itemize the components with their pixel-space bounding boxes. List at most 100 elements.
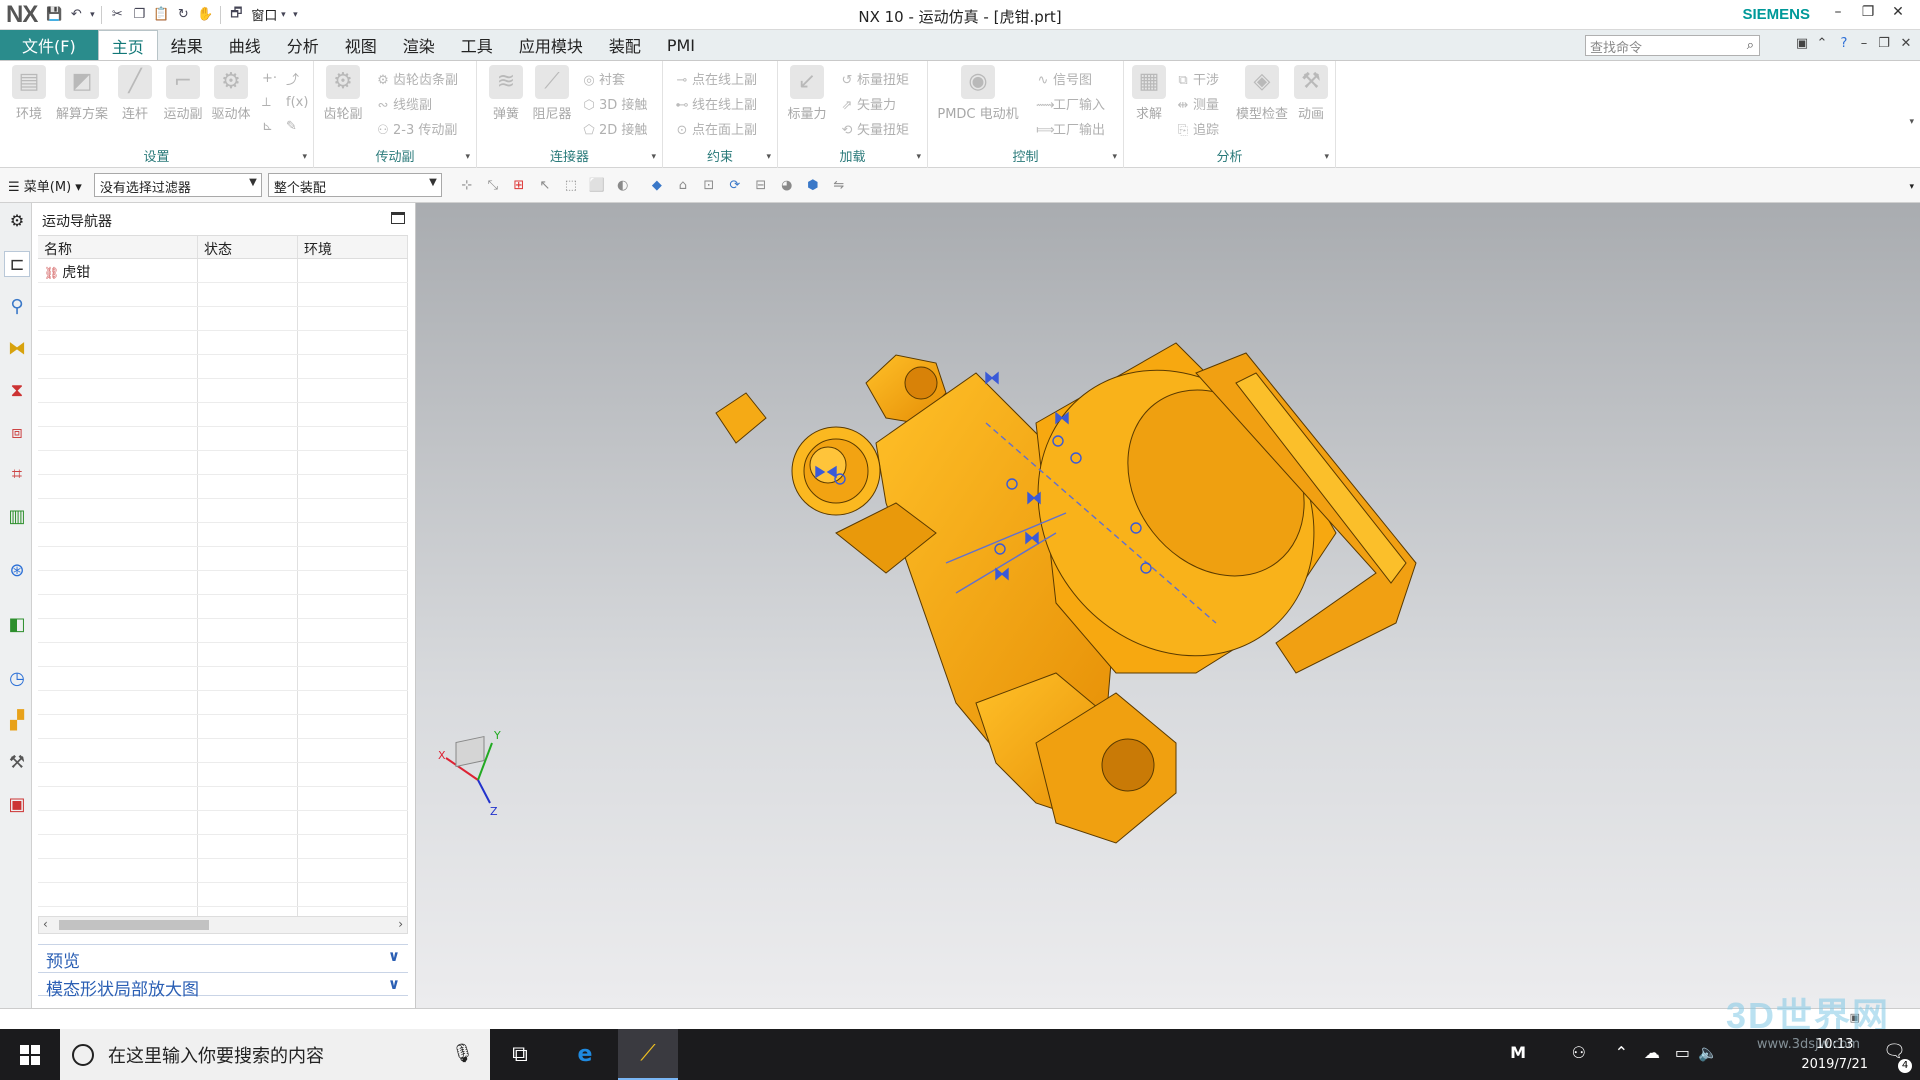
undo-dropdown-icon[interactable]: ▾ [87, 4, 97, 26]
view-triad-icon[interactable]: ⬢ [802, 174, 824, 196]
tab-render[interactable]: 渲染 [390, 30, 448, 60]
tab-tools[interactable]: 工具 [448, 30, 506, 60]
damper-button[interactable]: ⟋ 阻尼器 [527, 65, 577, 122]
point-on-curve-button[interactable]: ⊸ 点在线上副 [675, 69, 757, 88]
scalar-torque-button[interactable]: ↺ 标量扭矩 [840, 69, 909, 88]
tab-assembly[interactable]: 装配 [596, 30, 654, 60]
file-menu-tab[interactable]: 文件(F) [0, 30, 98, 60]
2d-contact-button[interactable]: ⬠ 2D 接触 [582, 119, 647, 138]
nx-taskbar-icon[interactable]: ⟋ [618, 1029, 678, 1080]
driver-button[interactable]: ⚙ 驱动体 [206, 65, 256, 122]
microphone-icon[interactable]: 🎙 [451, 1043, 474, 1064]
motion-navigator-icon[interactable]: ⊏ [4, 251, 30, 277]
signal-chart-button[interactable]: ∿ 信号图 [1036, 69, 1092, 88]
roles-icon[interactable]: ⚒ [4, 749, 30, 775]
rectangle-select-icon[interactable]: ⬜ [586, 174, 608, 196]
help-icon[interactable]: ? [1834, 36, 1854, 51]
group-analysis-more-icon[interactable]: ▾ [1324, 152, 1329, 162]
people-icon[interactable]: ⚇ [1572, 1043, 1586, 1062]
vector-torque-button[interactable]: ⟲ 矢量扭矩 [840, 119, 909, 138]
minimize-button[interactable]: – [1824, 4, 1852, 20]
render-style-icon[interactable]: ◕ [776, 174, 798, 196]
tab-home[interactable]: 主页 [97, 30, 158, 60]
history-icon[interactable]: ⊛ [4, 557, 30, 583]
scroll-left-icon[interactable]: ‹ [43, 917, 48, 931]
vise-3d-model[interactable]: X Y Z [416, 203, 1920, 1008]
select-all-icon[interactable]: ⊞ [508, 174, 530, 196]
environment-button[interactable]: ▤ 环境 [4, 65, 54, 122]
spring-button[interactable]: ≋ 弹簧 [481, 65, 531, 122]
taskbar-search-input[interactable]: 在这里输入你要搜索的内容 🎙 [60, 1029, 490, 1080]
close-button[interactable]: ✕ [1884, 4, 1912, 20]
volume-icon[interactable]: 🔈 [1698, 1043, 1718, 1062]
function-icon[interactable]: f(x) [286, 95, 308, 110]
doc-minimize-icon[interactable]: – [1854, 36, 1874, 51]
measure-button[interactable]: ⇹ 测量 [1176, 94, 1219, 113]
assembly-navigator-icon[interactable]: ⚲ [4, 293, 30, 319]
joint-button[interactable]: ⌐ 运动副 [158, 65, 208, 122]
scalar-force-button[interactable]: ↙ 标量力 [782, 65, 832, 122]
cable-button[interactable]: ∾ 线缆副 [376, 94, 432, 113]
command-search-input[interactable]: 查找命令 [1585, 35, 1760, 56]
part-navigator-icon[interactable]: ⧗ [4, 377, 30, 403]
fit-view-icon[interactable]: ⌂ [672, 174, 694, 196]
snap-point-icon[interactable]: ⊹ [456, 174, 478, 196]
cut-icon[interactable]: ✂ [106, 4, 128, 26]
reuse-library-icon[interactable]: ⧈ [4, 419, 30, 445]
onedrive-icon[interactable]: ☁ [1644, 1043, 1660, 1062]
toolbar-options-icon[interactable]: ▾ [1909, 182, 1914, 192]
horizontal-scrollbar[interactable]: ‹ › [38, 916, 408, 934]
group-setup-more-icon[interactable]: ▾ [302, 152, 307, 162]
joint-coupler-button[interactable]: ⚇ 2-3 传动副 [376, 119, 457, 138]
show-hidden-icons[interactable]: ⌃ [1615, 1043, 1628, 1062]
shaded-view-icon[interactable]: ◐ [612, 174, 634, 196]
touch-mode-icon[interactable]: ✋ [194, 4, 216, 26]
menu-button[interactable]: ☰ 菜单(M) ▾ [8, 176, 82, 195]
point-icon[interactable]: ⤴ [286, 69, 299, 88]
column-header-status[interactable]: 状态 [198, 236, 298, 258]
plant-input-button[interactable]: ⟿工厂输入 [1036, 94, 1105, 113]
group-constraint-more-icon[interactable]: ▾ [766, 152, 771, 162]
cube-view-icon[interactable]: ◆ [646, 174, 668, 196]
customize-quick-access-icon[interactable]: ▾ [289, 4, 301, 26]
repeat-command-icon[interactable]: ↻ [172, 4, 194, 26]
doc-close-icon[interactable]: ✕ [1896, 36, 1916, 51]
tab-application[interactable]: 应用模块 [506, 30, 596, 60]
window-dropdown-icon[interactable]: ▾ [277, 4, 289, 26]
search-icon[interactable]: ⌕ [1747, 38, 1754, 53]
mode-shape-zoom-panel-toggle[interactable]: 模态形状局部放大图 ∨ [38, 972, 408, 1000]
web-browser-icon[interactable]: ▥ [4, 503, 30, 529]
group-load-more-icon[interactable]: ▾ [916, 152, 921, 162]
window-list-icon[interactable]: ▣ [1792, 36, 1812, 51]
scroll-right-icon[interactable]: › [398, 917, 403, 931]
point-on-surface-button[interactable]: ⊙ 点在面上副 [675, 119, 757, 138]
solve-button[interactable]: ▦ 求解 [1126, 65, 1172, 122]
ribbon-options-icon[interactable]: ▾ [1909, 117, 1914, 127]
3d-contact-button[interactable]: ⬡ 3D 接触 [582, 94, 647, 113]
group-connector-more-icon[interactable]: ▾ [651, 152, 656, 162]
preview-panel-toggle[interactable]: 预览 ∨ [38, 944, 408, 972]
start-button[interactable] [0, 1029, 60, 1080]
tab-view[interactable]: 视图 [332, 30, 390, 60]
group-transmission-more-icon[interactable]: ▾ [465, 152, 470, 162]
vector-force-button[interactable]: ⇗ 矢量力 [840, 94, 896, 113]
network-icon[interactable]: ▭ [1675, 1043, 1690, 1062]
tab-results[interactable]: 结果 [158, 30, 216, 60]
model-check-button[interactable]: ◈ 模型检查 [1234, 65, 1290, 122]
link-button[interactable]: ╱ 连杆 [110, 65, 160, 122]
plant-output-button[interactable]: ⟾工厂输出 [1036, 119, 1105, 138]
tab-pmi[interactable]: PMI [654, 30, 708, 60]
select-feature-icon[interactable]: ⤡ [482, 174, 504, 196]
pmdc-motor-button[interactable]: ◉ PMDC 电动机 [936, 65, 1020, 122]
process-studio-icon[interactable]: ◧ [4, 611, 30, 637]
select-cursor-icon[interactable]: ↖ [534, 174, 556, 196]
edit-section-icon[interactable]: ⇋ [828, 174, 850, 196]
rack-pinion-button[interactable]: ⚙ 齿轮齿条副 [376, 69, 458, 88]
restore-button[interactable]: ❐ [1854, 4, 1882, 20]
constraint-navigator-icon[interactable]: ⧓ [4, 335, 30, 361]
palette-icon[interactable]: ▞ [4, 707, 30, 733]
clock-icon[interactable]: ◷ [4, 665, 30, 691]
resource-settings-icon[interactable]: ⚙ [4, 207, 30, 233]
animation-button[interactable]: ⚒ 动画 [1288, 65, 1334, 122]
edge-browser-icon[interactable]: e [555, 1029, 615, 1080]
